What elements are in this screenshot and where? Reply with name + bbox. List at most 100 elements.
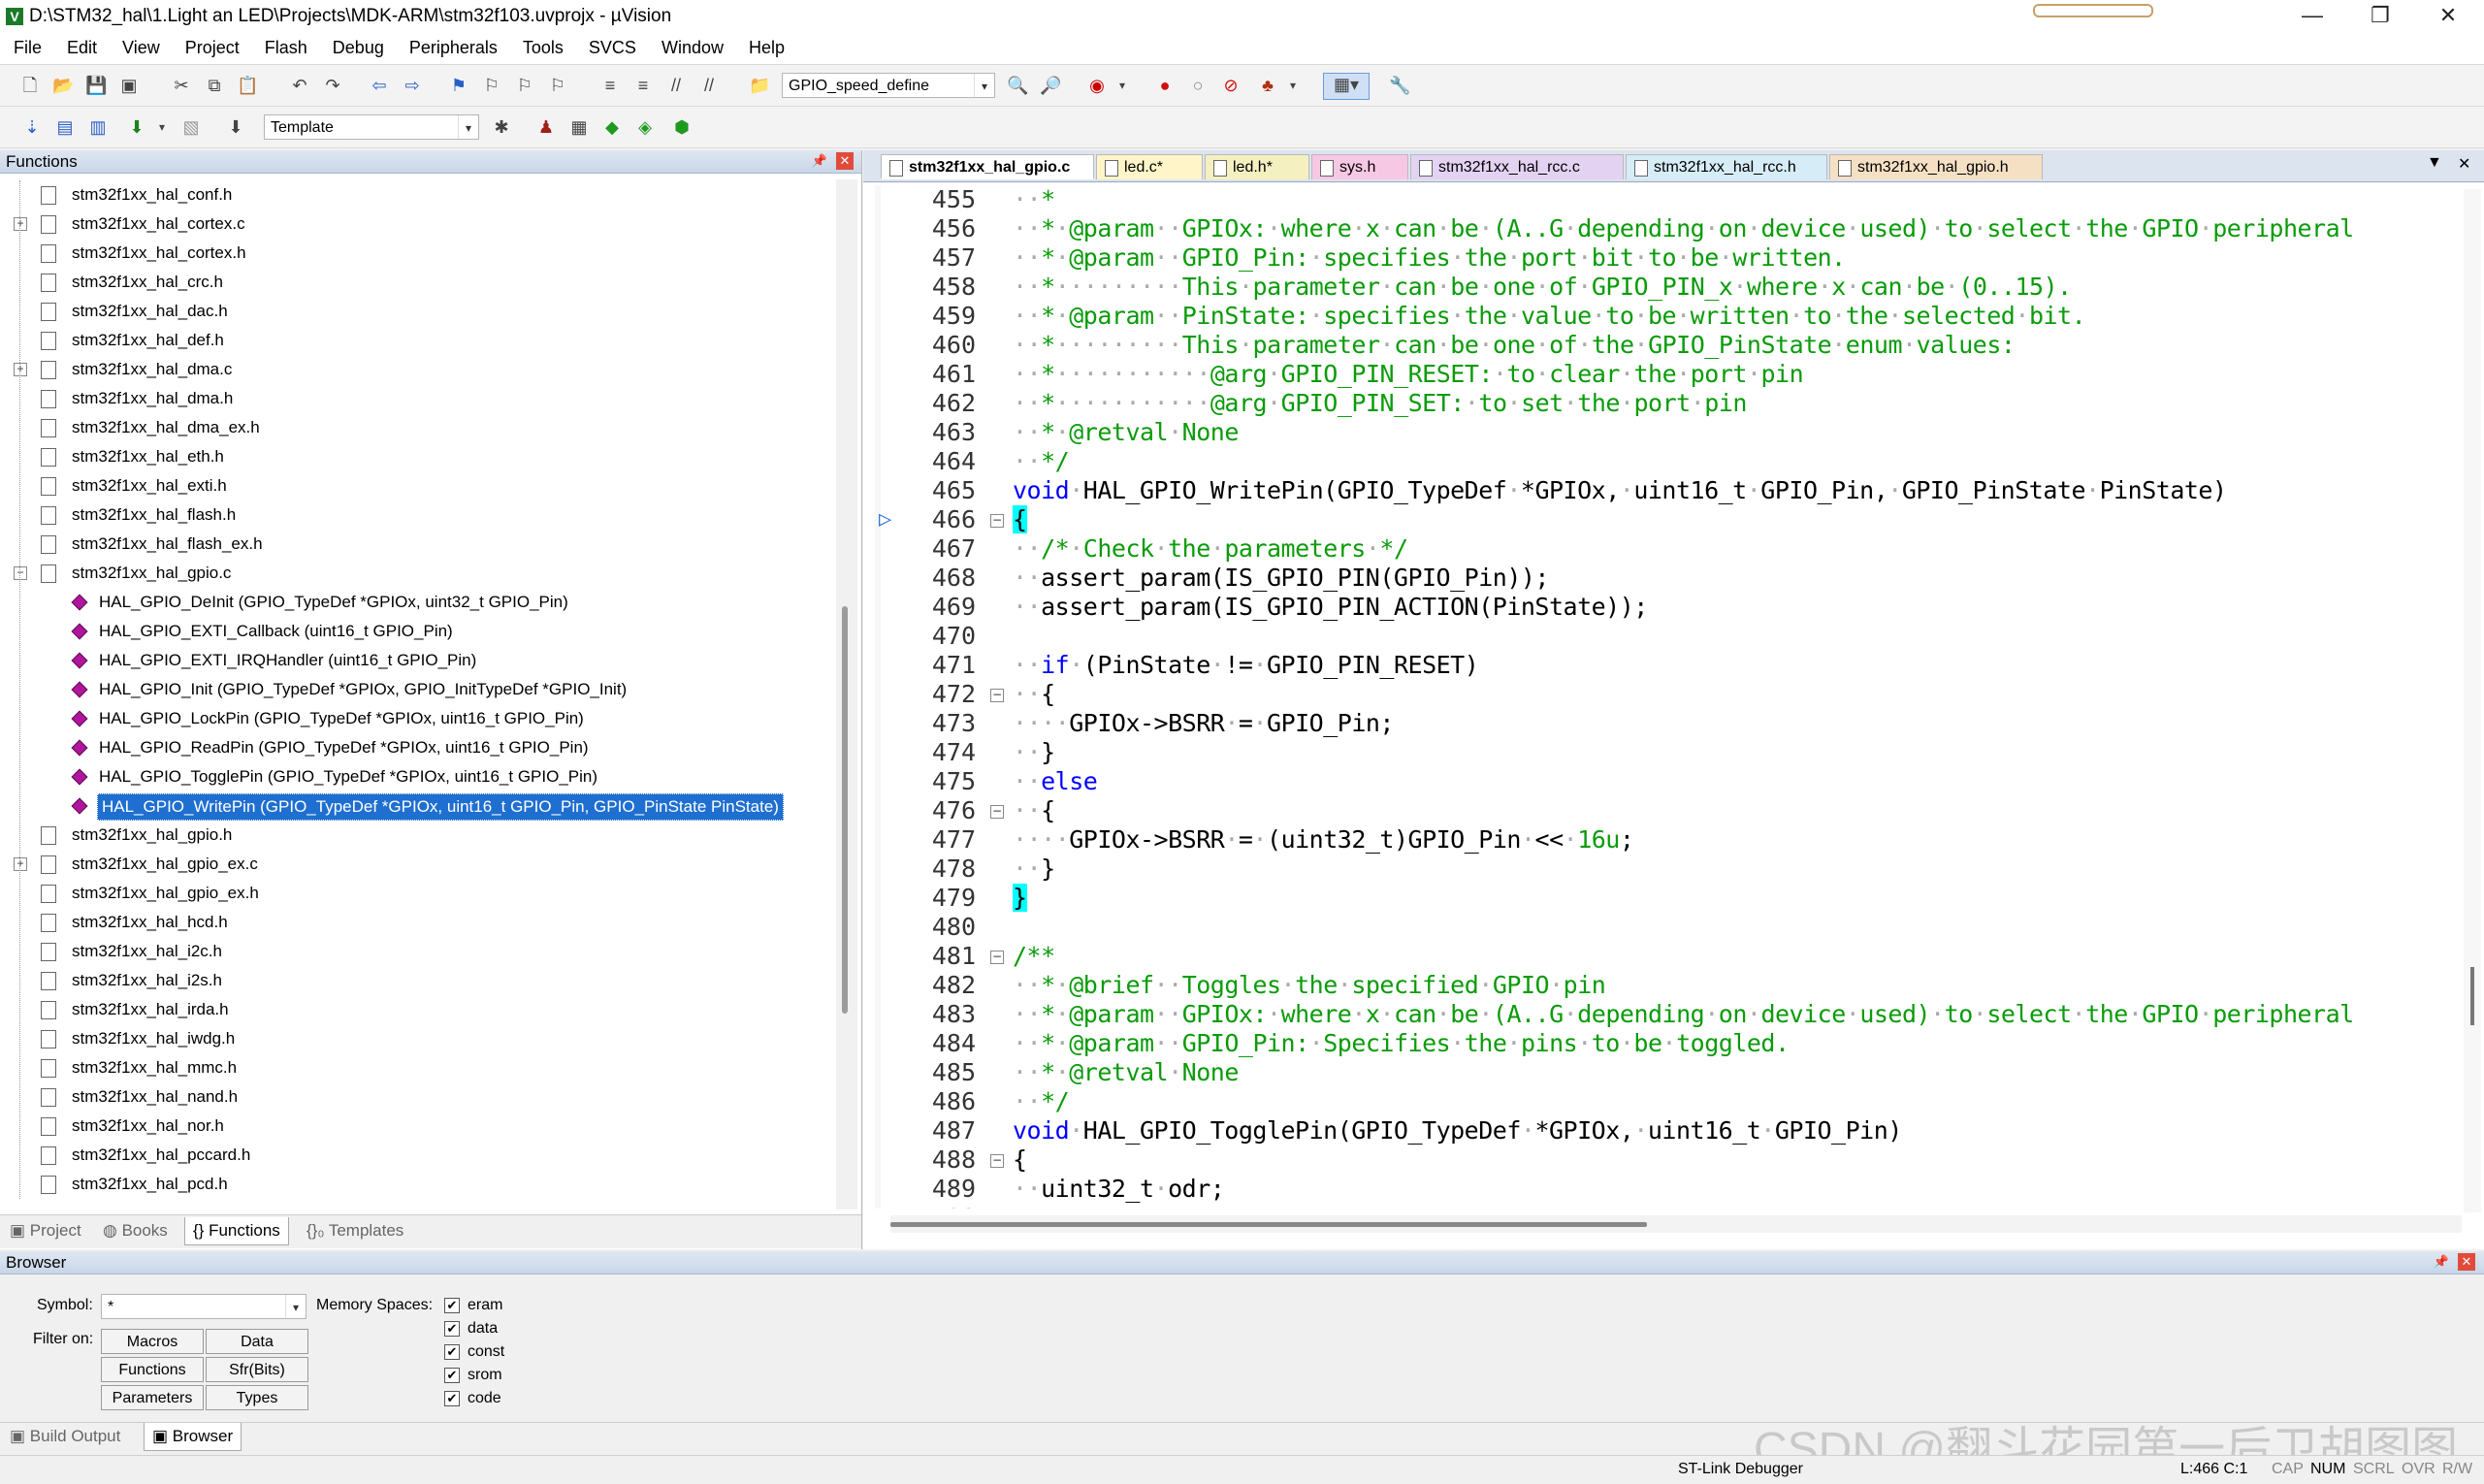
code-line[interactable]: 467 ··/*·Check·the·parameters·*/ (873, 534, 2464, 564)
menu-file[interactable]: File (14, 33, 42, 58)
pin-icon[interactable]: 📌 (2433, 1253, 2450, 1271)
code-line[interactable]: 460 ··*·········This·parameter·can·be·one… (873, 331, 2464, 360)
rebuild-icon[interactable]: ▥ (87, 116, 109, 138)
incremental-find-icon[interactable]: 🔍 (1007, 75, 1028, 96)
pack-installer-icon[interactable]: ⬢ (671, 116, 693, 138)
breakpoint-icon[interactable]: ● (1154, 75, 1176, 96)
code-line[interactable]: 484 ··*·@param··GPIO_Pin:·Specifies·the·p… (873, 1029, 2464, 1058)
tree-file-item[interactable]: stm32f1xx_hal_nor.h (0, 1112, 834, 1141)
nav-forward-icon[interactable]: ⇨ (402, 75, 423, 96)
chevron-down-icon[interactable]: ▾ (974, 74, 994, 97)
select-packs-icon[interactable]: ◆ (601, 116, 623, 138)
code-line[interactable]: 476− ··{ (873, 796, 2464, 825)
close-tab-icon[interactable]: ✕ (2458, 154, 2470, 174)
menu-project[interactable]: Project (185, 33, 240, 58)
tree-file-item[interactable]: + stm32f1xx_hal_cortex.c (0, 210, 834, 239)
undo-icon[interactable]: ↶ (289, 75, 310, 96)
tree-file-item[interactable]: stm32f1xx_hal_eth.h (0, 442, 834, 471)
find-combo[interactable]: GPIO_speed_define ▾ (782, 73, 995, 98)
editor-horizontal-scrollbar[interactable] (890, 1215, 2462, 1233)
code-line[interactable]: 488−{ (873, 1145, 2464, 1175)
editor-tab[interactable]: stm32f1xx_hal_gpio.c (881, 154, 1094, 179)
prev-bookmark-icon[interactable]: ⚐ (481, 75, 502, 96)
code-line[interactable]: 482 ··*·@brief··Toggles·the·specified·GPI… (873, 971, 2464, 1000)
tree-function-item[interactable]: HAL_GPIO_WritePin (GPIO_TypeDef *GPIOx, … (0, 791, 834, 821)
fold-toggle-icon[interactable]: − (990, 689, 1004, 702)
code-line[interactable]: 473 ····GPIOx->BSRR·=·GPIO_Pin; (873, 709, 2464, 738)
open-file-icon[interactable]: 📂 (52, 75, 74, 96)
tree-file-item[interactable]: stm32f1xx_hal_pccard.h (0, 1141, 834, 1170)
paste-icon[interactable]: 📋 (237, 75, 258, 96)
expand-icon[interactable]: + (14, 363, 27, 376)
chevron-down-icon[interactable]: ▾ (1112, 75, 1133, 96)
code-line[interactable]: 478 ··} (873, 855, 2464, 884)
tree-file-item[interactable]: + stm32f1xx_hal_gpio_ex.c (0, 850, 834, 879)
tree-file-item[interactable]: + stm32f1xx_hal_dma.c (0, 355, 834, 384)
tree-file-item[interactable]: stm32f1xx_hal_flash_ex.h (0, 530, 834, 559)
fold-toggle-icon[interactable]: − (990, 951, 1004, 964)
code-line[interactable]: ▷ 466−{ (873, 505, 2464, 534)
save-all-icon[interactable]: ▣ (118, 75, 140, 96)
tree-function-item[interactable]: HAL_GPIO_EXTI_Callback (uint16_t GPIO_Pi… (0, 617, 834, 646)
unindent-icon[interactable]: ≡ (632, 75, 654, 96)
chevron-down-icon[interactable]: ▾ (1282, 75, 1304, 96)
code-line[interactable]: 463 ··*·@retval·None (873, 418, 2464, 447)
editor-hscroll-thumb[interactable] (890, 1222, 1647, 1227)
tree-scrollbar[interactable] (836, 179, 857, 1210)
nav-back-icon[interactable]: ⇦ (369, 75, 390, 96)
eram-checkbox[interactable]: ✔ (444, 1298, 460, 1313)
editor-tab[interactable]: led.c* (1096, 154, 1203, 179)
tree-function-item[interactable]: HAL_GPIO_LockPin (GPIO_TypeDef *GPIOx, u… (0, 704, 834, 733)
find-in-files-icon[interactable]: 📁 (749, 75, 770, 96)
code-line[interactable]: 464 ··*/ (873, 447, 2464, 476)
code-line[interactable]: 468 ··assert_param(IS_GPIO_PIN(GPIO_Pin))… (873, 564, 2464, 593)
indent-icon[interactable]: ≡ (599, 75, 621, 96)
code-line[interactable]: 483 ··*·@param··GPIOx:·where·x·can·be·(A.… (873, 1000, 2464, 1029)
code-line[interactable]: 481 −/** (873, 942, 2464, 971)
tree-function-item[interactable]: HAL_GPIO_Init (GPIO_TypeDef *GPIOx, GPIO… (0, 675, 834, 704)
tree-function-item[interactable]: HAL_GPIO_ReadPin (GPIO_TypeDef *GPIOx, u… (0, 733, 834, 762)
code-line[interactable]: 461 ··*···········@arg·GPIO_PIN_RESET:·to… (873, 360, 2464, 389)
chevron-down-icon[interactable]: ▾ (151, 116, 173, 138)
tab-browser[interactable]: ▣ Browser (144, 1423, 242, 1451)
tree-scrollbar-thumb[interactable] (842, 606, 848, 1014)
close-icon[interactable]: ✕ (2458, 1253, 2475, 1271)
save-icon[interactable]: 💾 (85, 75, 107, 96)
tab-build-output[interactable]: ▣ Build Output (10, 1423, 120, 1450)
code-line[interactable]: 487 void·HAL_GPIO_TogglePin(GPIO_TypeDef·… (873, 1116, 2464, 1145)
tree-file-item[interactable]: stm32f1xx_hal_gpio_ex.h (0, 879, 834, 908)
tree-file-item[interactable]: stm32f1xx_hal_irda.h (0, 995, 834, 1024)
close-icon[interactable]: ✕ (836, 152, 854, 170)
menu-view[interactable]: View (122, 33, 160, 58)
code-line[interactable]: 465 void·HAL_GPIO_WritePin(GPIO_TypeDef·*… (873, 476, 2464, 505)
code-line[interactable]: 455 ··* (873, 185, 2464, 214)
code-line[interactable]: 469 ··assert_param(IS_GPIO_PIN_ACTION(Pin… (873, 593, 2464, 622)
chevron-down-icon[interactable]: ▾ (458, 115, 478, 139)
tree-file-item[interactable]: stm32f1xx_hal_def.h (0, 326, 834, 355)
code-checkbox[interactable]: ✔ (444, 1391, 460, 1406)
tree-file-item[interactable]: stm32f1xx_hal_cortex.h (0, 239, 834, 268)
menu-svcs[interactable]: SVCS (589, 33, 636, 58)
code-line[interactable]: 472 − ··{ (873, 680, 2464, 709)
expand-icon[interactable]: + (14, 857, 27, 871)
tab-functions[interactable]: {} Functions (184, 1217, 289, 1245)
tree-file-item[interactable]: stm32f1xx_hal_gpio.h (0, 821, 834, 850)
tree-file-item[interactable]: stm32f1xx_hal_flash.h (0, 500, 834, 530)
fold-toggle-icon[interactable]: − (990, 805, 1004, 819)
uncomment-icon[interactable]: // (698, 75, 720, 96)
code-line[interactable]: 475 ··else (873, 767, 2464, 796)
window-layout-icon[interactable]: ▦▾ (1323, 73, 1370, 100)
pin-icon[interactable]: 📌 (811, 152, 828, 170)
tree-file-item[interactable]: stm32f1xx_hal_dac.h (0, 297, 834, 326)
menu-help[interactable]: Help (749, 33, 785, 58)
editor-vscroll-thumb[interactable] (2470, 967, 2474, 1025)
editor-vertical-scrollbar[interactable] (2464, 189, 2481, 1212)
stop-build-icon[interactable]: ▧ (180, 116, 202, 138)
tree-function-item[interactable]: HAL_GPIO_EXTI_IRQHandler (uint16_t GPIO_… (0, 646, 834, 675)
filter-functions-button[interactable]: Functions (101, 1357, 204, 1382)
tree-file-item[interactable]: stm32f1xx_hal_dma_ex.h (0, 413, 834, 442)
chevron-down-icon[interactable]: ▾ (285, 1295, 306, 1318)
tree-file-item[interactable]: stm32f1xx_hal_conf.h (0, 180, 834, 210)
redo-icon[interactable]: ↷ (322, 75, 343, 96)
code-line[interactable]: 485 ··*·@retval·None (873, 1058, 2464, 1087)
